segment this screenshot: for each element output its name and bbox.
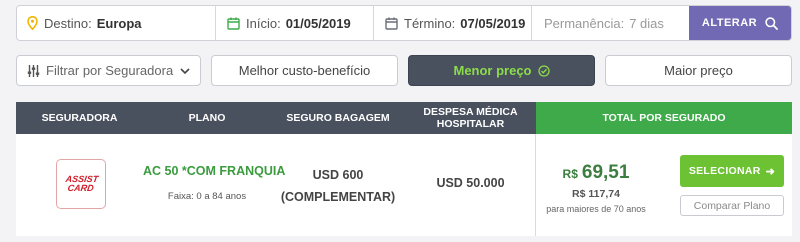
- table-header: SEGURADORA PLANO SEGURO BAGAGEM DESPESA …: [16, 102, 792, 134]
- search-bar: Destino: Europa Início: 01/05/2019 Térmi…: [16, 5, 792, 41]
- price-divider: [535, 134, 536, 236]
- stay-label: Permanência:: [544, 15, 625, 31]
- sort-filter-bar: Filtrar por Seguradora Melhor custo-bene…: [16, 55, 792, 87]
- insurer-filter-label: Filtrar por Seguradora: [46, 63, 174, 78]
- select-plan-label: SELECIONAR: [688, 165, 761, 177]
- start-date-value: 01/05/2019: [285, 15, 351, 31]
- baggage-amount: USD 600: [312, 168, 364, 182]
- price-value: 69,51: [581, 162, 630, 183]
- end-date-label: Término:: [404, 15, 456, 31]
- table-row: ASSIST CARD AC 50 *COM FRANQUIA Faixa: 0 …: [16, 134, 792, 236]
- baggage-type: (COMPLEMENTAR): [280, 190, 396, 204]
- stay-value: 7 dias: [629, 15, 664, 31]
- end-date-field[interactable]: Término: 07/05/2019: [374, 6, 532, 40]
- end-date-value: 07/05/2019: [460, 15, 526, 31]
- sort-best-value-button[interactable]: Melhor custo-benefício: [211, 55, 398, 86]
- destination-field[interactable]: Destino: Europa: [17, 6, 216, 40]
- start-date-field[interactable]: Início: 01/05/2019: [216, 6, 374, 40]
- select-plan-button[interactable]: SELECIONAR ➜: [680, 155, 784, 187]
- senior-price: R$ 117,74: [572, 188, 620, 200]
- results-table: SEGURADORA PLANO SEGURO BAGAGEM DESPESA …: [16, 102, 792, 236]
- baggage-coverage: USD 600 (COMPLEMENTAR): [271, 164, 405, 208]
- sort-highest-price-label: Maior preço: [664, 63, 733, 78]
- insurer-filter-select[interactable]: Filtrar por Seguradora: [16, 55, 201, 86]
- search-icon: [765, 16, 779, 30]
- sliders-icon: [27, 64, 40, 77]
- compare-plan-button[interactable]: Comparar Plano: [680, 195, 784, 216]
- price-currency: R$: [562, 167, 578, 181]
- price-per-insured: R$ 69,51: [536, 162, 656, 184]
- insurer-logo: ASSIST CARD: [56, 159, 106, 209]
- sort-lowest-price-button[interactable]: Menor preço: [408, 55, 595, 86]
- map-pin-icon: [27, 16, 38, 30]
- header-plan: PLANO: [143, 102, 271, 134]
- plan-name: AC 50 *COM FRANQUIA: [143, 164, 286, 178]
- plan-age-range: Faixa: 0 a 84 anos: [167, 191, 247, 202]
- header-baggage: SEGURO BAGAGEM: [271, 102, 405, 134]
- senior-price-note: para maiores de 70 anos: [546, 204, 646, 214]
- sort-highest-price-button[interactable]: Maior preço: [605, 55, 792, 86]
- stay-field: Permanência: 7 dias: [532, 6, 689, 40]
- header-medical: DESPESA MÉDICA HOSPITALAR: [405, 102, 536, 134]
- compare-plan-label: Comparar Plano: [693, 199, 771, 212]
- sort-best-value-label: Melhor custo-benefício: [238, 63, 371, 78]
- header-insurer: SEGURADORA: [16, 102, 143, 134]
- destination-value: Europa: [96, 15, 142, 31]
- medical-coverage: USD 50.000: [436, 176, 505, 190]
- calendar-icon: [385, 17, 398, 30]
- arrow-right-icon: ➜: [765, 165, 776, 178]
- change-search-button[interactable]: ALTERAR: [689, 6, 791, 40]
- header-total: TOTAL POR SEGURADO: [536, 102, 792, 134]
- start-date-label: Início:: [246, 15, 281, 31]
- check-circle-icon: [537, 64, 550, 77]
- change-search-label: ALTERAR: [701, 17, 758, 29]
- chevron-down-icon: [180, 68, 190, 75]
- sort-lowest-price-label: Menor preço: [453, 63, 532, 78]
- destination-label: Destino:: [44, 15, 92, 31]
- calendar-icon: [227, 17, 240, 30]
